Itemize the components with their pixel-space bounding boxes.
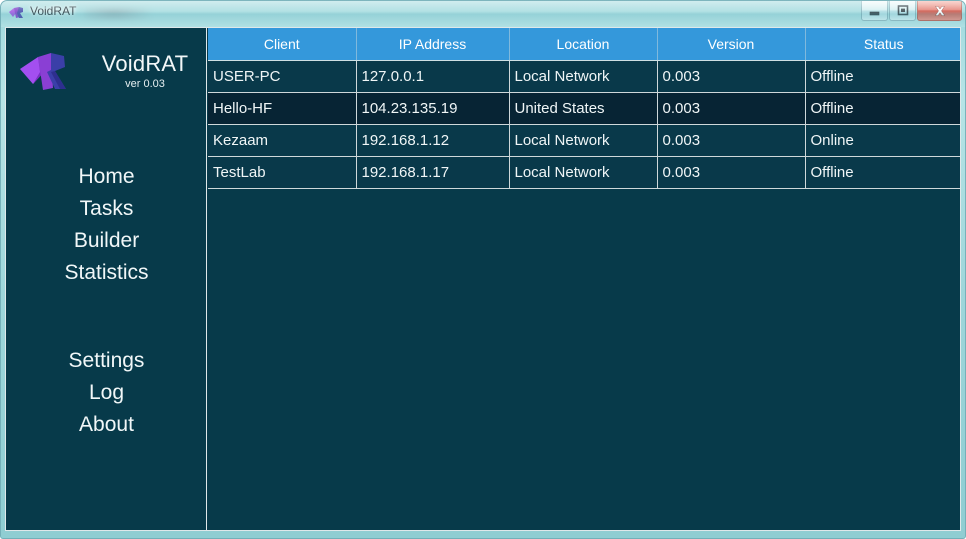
cell-version: 0.003	[657, 156, 806, 189]
cell-status: Offline	[805, 92, 960, 125]
sidebar: VoidRAT ver 0.03 Home Tasks Builder Stat…	[6, 28, 207, 530]
table-header-row: Client IP Address Location Version Statu…	[208, 28, 960, 61]
maximize-button[interactable]	[889, 1, 916, 21]
cell-client: Hello-HF	[208, 92, 357, 125]
cell-ip: 127.0.0.1	[356, 60, 510, 93]
column-header-version[interactable]: Version	[657, 28, 806, 61]
sidebar-nav-primary: Home Tasks Builder Statistics	[6, 161, 207, 289]
sidebar-item-statistics[interactable]: Statistics	[6, 257, 207, 289]
cell-location: Local Network	[509, 156, 658, 189]
table-row[interactable]: Hello-HF 104.23.135.19 United States 0.0…	[208, 92, 960, 125]
window-controls	[860, 1, 962, 21]
brand-version: ver 0.03	[125, 77, 165, 90]
clients-table-area: Client IP Address Location Version Statu…	[208, 28, 960, 530]
column-header-client[interactable]: Client	[208, 28, 357, 61]
cell-status: Online	[805, 124, 960, 157]
sidebar-nav-secondary: Settings Log About	[6, 345, 207, 441]
cell-status: Offline	[805, 156, 960, 189]
close-button[interactable]	[917, 1, 962, 21]
column-header-ip[interactable]: IP Address	[356, 28, 510, 61]
voidrat-logo-icon	[18, 48, 70, 94]
cell-client: USER-PC	[208, 60, 357, 93]
sidebar-item-tasks[interactable]: Tasks	[6, 193, 207, 225]
cell-client: TestLab	[208, 156, 357, 189]
sidebar-item-log[interactable]: Log	[6, 377, 207, 409]
brand-name: VoidRAT	[101, 51, 189, 77]
sidebar-item-settings[interactable]: Settings	[6, 345, 207, 377]
sidebar-item-builder[interactable]: Builder	[6, 225, 207, 257]
table-row[interactable]: TestLab 192.168.1.17 Local Network 0.003…	[208, 156, 960, 189]
application-window: VoidRAT VoidRAT ver 0.03 Home Tasks Buil…	[0, 0, 966, 539]
table-row[interactable]: USER-PC 127.0.0.1 Local Network 0.003 Of…	[208, 60, 960, 93]
voidrat-logo-icon	[8, 5, 25, 21]
cell-location: Local Network	[509, 60, 658, 93]
brand-block: VoidRAT ver 0.03	[6, 40, 206, 102]
cell-version: 0.003	[657, 124, 806, 157]
client-area: VoidRAT ver 0.03 Home Tasks Builder Stat…	[5, 27, 961, 531]
maximize-icon	[890, 1, 915, 20]
clients-table: Client IP Address Location Version Statu…	[208, 28, 960, 189]
sidebar-item-about[interactable]: About	[6, 409, 207, 441]
cell-status: Offline	[805, 60, 960, 93]
brand-text: VoidRAT ver 0.03	[84, 52, 206, 89]
window-title: VoidRAT	[30, 4, 77, 18]
cell-ip: 192.168.1.12	[356, 124, 510, 157]
cell-ip: 192.168.1.17	[356, 156, 510, 189]
minimize-button[interactable]	[861, 1, 888, 21]
column-header-location[interactable]: Location	[509, 28, 658, 61]
cell-version: 0.003	[657, 92, 806, 125]
close-icon	[918, 1, 961, 20]
table-row[interactable]: Kezaam 192.168.1.12 Local Network 0.003 …	[208, 124, 960, 157]
cell-location: Local Network	[509, 124, 658, 157]
cell-client: Kezaam	[208, 124, 357, 157]
cell-version: 0.003	[657, 60, 806, 93]
cell-ip: 104.23.135.19	[356, 92, 510, 125]
title-bar[interactable]: VoidRAT	[0, 0, 966, 27]
sidebar-item-home[interactable]: Home	[6, 161, 207, 193]
column-header-status[interactable]: Status	[805, 28, 960, 61]
minimize-icon	[862, 1, 887, 20]
redacted-title-blob	[84, 6, 150, 20]
cell-location: United States	[509, 92, 658, 125]
